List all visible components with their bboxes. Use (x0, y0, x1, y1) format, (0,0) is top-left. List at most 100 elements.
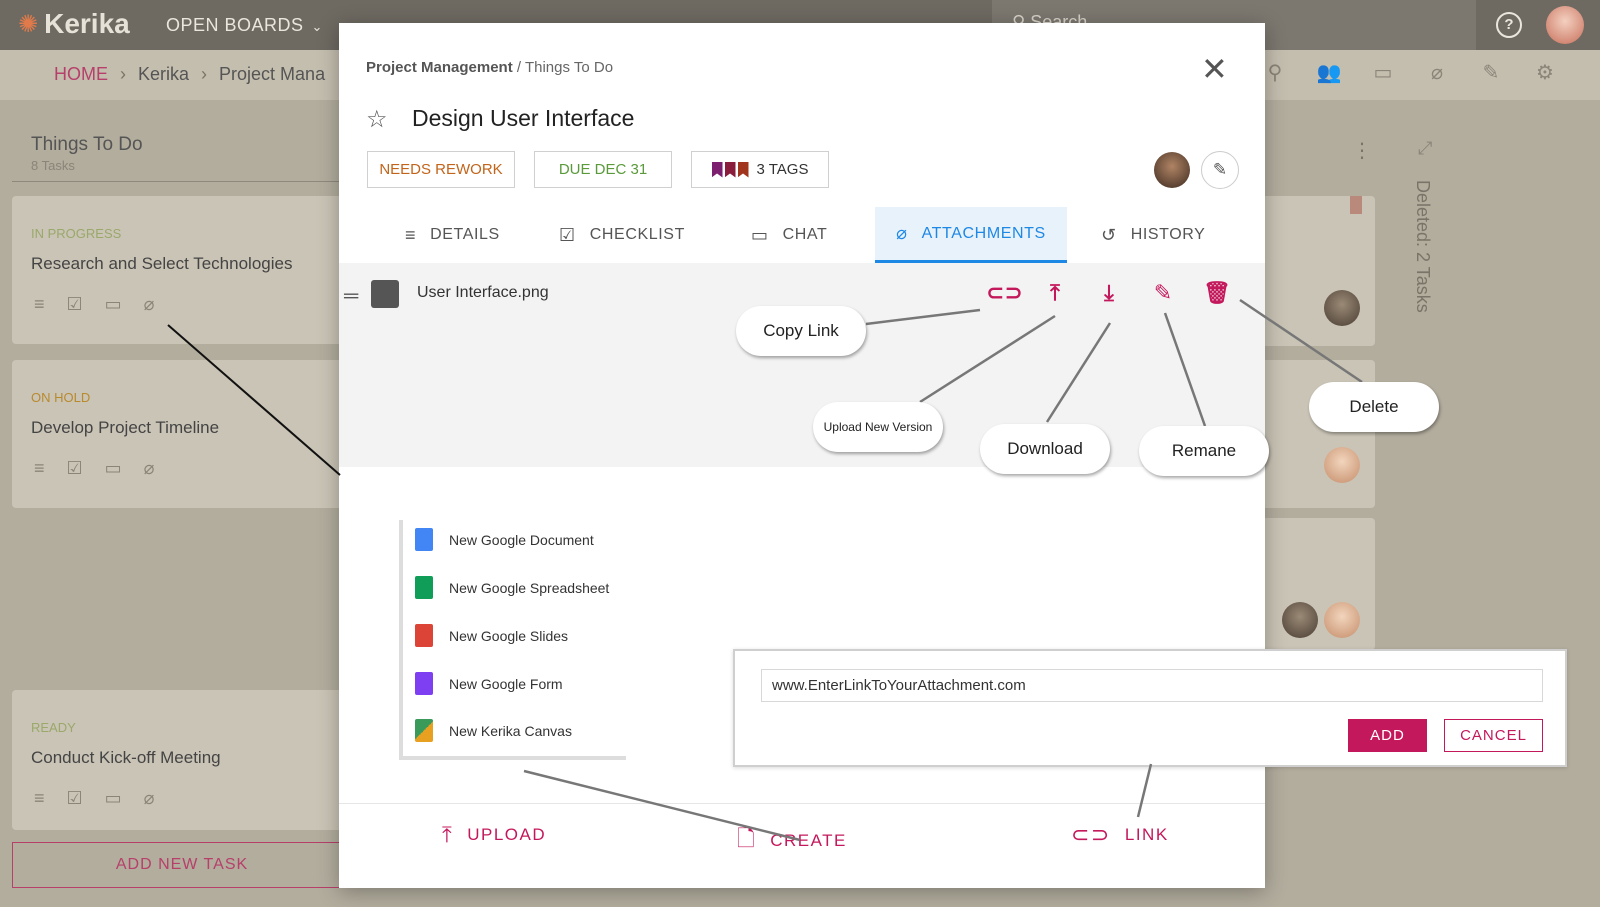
dialog-breadcrumb-project[interactable]: Project Management (366, 59, 513, 76)
task-title: Develop Project Timeline (31, 418, 220, 437)
checklist-icon: ☑ (66, 458, 83, 478)
team-icon[interactable]: 👥 (1316, 60, 1342, 86)
create-item-label: New Google Document (449, 531, 594, 548)
tools-icon[interactable]: ✎ (1478, 60, 1504, 86)
create-menu: New Google Document New Google Spreadshe… (399, 520, 626, 760)
task-card[interactable]: IN PROGRESS Research and Select Technolo… (12, 196, 352, 344)
avatar (1324, 290, 1360, 326)
link-button[interactable]: ⊂⊃ LINK (1071, 822, 1169, 848)
create-kerika-canvas[interactable]: New Kerika Canvas (415, 719, 572, 742)
deleted-tasks-label[interactable]: Deleted: 2 Tasks (1412, 180, 1433, 313)
expand-icon[interactable]: ⤢ (1418, 138, 1432, 159)
tab-label: CHAT (782, 226, 828, 243)
chat-icon: ▭ (104, 788, 122, 808)
attachment-icon[interactable]: ⌀ (1424, 60, 1450, 86)
tab-checklist[interactable]: ☑ CHECKLIST (559, 207, 685, 263)
attachment-icon: ⌀ (143, 458, 155, 478)
breadcrumb-home[interactable]: HOME (54, 64, 108, 85)
more-options-icon[interactable]: ⋮ (1352, 138, 1372, 163)
column-divider (12, 181, 342, 182)
add-link-button[interactable]: ADD (1348, 719, 1427, 752)
upload-icon: ⤒ (442, 822, 454, 847)
cancel-link-button[interactable]: CANCEL (1444, 719, 1543, 752)
breadcrumb-project[interactable]: Kerika (138, 64, 189, 85)
close-icon[interactable]: ✕ (1201, 53, 1228, 85)
add-new-task-button[interactable]: ADD NEW TASK (12, 842, 352, 888)
tab-label: DETAILS (430, 226, 500, 243)
chat-icon[interactable]: ▭ (1370, 60, 1396, 86)
gear-icon[interactable]: ⚙ (1532, 60, 1558, 86)
task-card[interactable]: READY Conduct Kick-off Meeting ≡ ☑ ▭ ⌀ (12, 690, 352, 830)
google-sheets-icon (415, 576, 433, 599)
status-chip[interactable]: NEEDS REWORK (367, 151, 515, 188)
link-url-input[interactable] (761, 669, 1543, 702)
create-google-form[interactable]: New Google Form (415, 672, 563, 695)
callout-download: Download (980, 424, 1110, 474)
task-icons: ≡ ☑ ▭ ⌀ (34, 458, 155, 479)
add-link-panel: ADD CANCEL (733, 649, 1567, 767)
tab-details[interactable]: ≡ DETAILS (405, 207, 500, 263)
avatar (1282, 602, 1318, 638)
google-docs-icon (415, 528, 433, 551)
kerika-logo[interactable]: ✺ Kerika (18, 8, 130, 40)
attachments-list: ═ User Interface.png ⊂⊃ ⤒ ⤓ ✎ 🗑 (339, 263, 1265, 467)
task-icons: ≡ ☑ ▭ ⌀ (34, 294, 155, 315)
google-forms-icon (415, 672, 433, 695)
upload-new-version-icon[interactable]: ⤒ (1040, 278, 1070, 308)
task-title: Research and Select Technologies (31, 254, 293, 273)
upload-button[interactable]: ⤒ UPLOAD (442, 822, 546, 848)
dialog-breadcrumb: Project Management / Things To Do (366, 59, 613, 76)
callout-delete: Delete (1309, 382, 1439, 432)
edit-assignees-button[interactable]: ✎ (1201, 151, 1239, 189)
task-status: ON HOLD (31, 390, 91, 405)
dialog-breadcrumb-column[interactable]: Things To Do (525, 59, 613, 76)
create-google-spreadsheet[interactable]: New Google Spreadsheet (415, 576, 609, 599)
breadcrumb: HOME › Kerika › Project Mana (54, 64, 325, 85)
avatar (1324, 447, 1360, 483)
delete-icon[interactable]: 🗑 (1202, 278, 1232, 308)
dialog-breadcrumb-separator: / (512, 59, 525, 76)
help-icon[interactable]: ? (1496, 12, 1522, 38)
tag-flags-icon (711, 161, 749, 178)
drag-handle-icon[interactable]: ═ (344, 285, 358, 308)
chevron-down-icon: ⌄ (311, 19, 323, 34)
create-item-label: New Google Slides (449, 627, 569, 644)
create-google-slides[interactable]: New Google Slides (415, 624, 568, 647)
checklist-icon: ☑ (559, 224, 576, 245)
details-icon: ≡ (405, 224, 417, 245)
tags-chip[interactable]: 3 TAGS (691, 151, 829, 188)
search-icon[interactable]: ⚲ (1262, 60, 1288, 86)
rename-icon[interactable]: ✎ (1148, 278, 1178, 308)
user-avatar[interactable] (1546, 6, 1584, 44)
attachment-icon: ⌀ (896, 223, 908, 243)
task-card[interactable]: ON HOLD Develop Project Timeline ≡ ☑ ▭ ⌀ (12, 360, 352, 508)
attachment-actions-bar: ⤒ UPLOAD 🗋 CREATE ⊂⊃ LINK (339, 803, 1265, 869)
chevron-right-icon: › (201, 64, 208, 84)
link-icon: ⊂⊃ (1071, 822, 1111, 847)
link-label: LINK (1124, 825, 1169, 844)
breadcrumb-board[interactable]: Project Mana (219, 64, 325, 85)
create-label: CREATE (770, 831, 847, 850)
tab-history[interactable]: ↺ HISTORY (1101, 207, 1205, 263)
star-icon[interactable]: ☆ (366, 105, 388, 134)
task-title[interactable]: Design User Interface (412, 105, 634, 132)
tab-attachments[interactable]: ⌀ ATTACHMENTS (875, 207, 1067, 263)
copy-link-icon[interactable]: ⊂⊃ (986, 278, 1023, 308)
attachment-icon: ⌀ (143, 788, 155, 808)
description-icon: ≡ (34, 294, 45, 314)
image-file-icon (371, 280, 399, 308)
chat-icon: ▭ (104, 458, 122, 478)
create-google-document[interactable]: New Google Document (415, 528, 594, 551)
assignee-avatar[interactable] (1154, 152, 1190, 188)
checklist-icon: ☑ (66, 294, 83, 314)
tab-chat[interactable]: ▭ CHAT (751, 207, 827, 263)
download-icon[interactable]: ⤓ (1094, 278, 1124, 308)
create-button[interactable]: 🗋 CREATE (737, 822, 847, 860)
description-icon: ≡ (34, 458, 45, 478)
attachment-file-name[interactable]: User Interface.png (417, 284, 549, 302)
due-date-chip[interactable]: DUE DEC 31 (534, 151, 672, 188)
open-boards-menu[interactable]: OPEN BOARDS ⌄ (166, 15, 323, 36)
description-icon: ≡ (34, 788, 45, 808)
tab-label: ATTACHMENTS (921, 224, 1046, 242)
upload-label: UPLOAD (467, 825, 547, 844)
